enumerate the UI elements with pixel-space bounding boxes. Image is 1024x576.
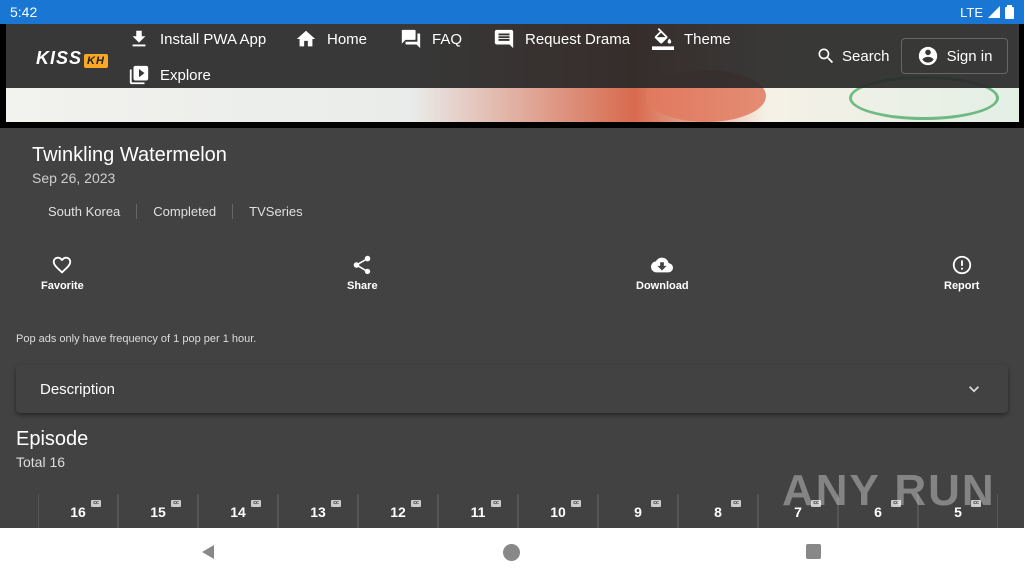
action-label: Download: [636, 280, 689, 292]
episode-button-10[interactable]: 10 cc: [518, 494, 598, 530]
description-label: Description: [40, 380, 116, 398]
favorite-button[interactable]: Favorite: [41, 254, 84, 292]
logo-text: KISS: [36, 48, 83, 68]
episode-number: 16: [70, 504, 86, 520]
episode-button-15[interactable]: 15 cc: [118, 494, 198, 530]
episode-number: 8: [714, 504, 722, 520]
nav-label: Theme: [684, 30, 731, 48]
cloud-download-icon: [651, 257, 674, 273]
action-bar: Favorite Share Download Report: [0, 254, 1024, 300]
search-icon: [818, 48, 834, 64]
battery-icon: [1005, 5, 1014, 19]
pop-ads-notice: Pop ads only have frequency of 1 pop per…: [16, 333, 257, 345]
nav-label: FAQ: [432, 30, 463, 48]
episode-number: 10: [550, 504, 566, 520]
back-icon[interactable]: [200, 544, 216, 560]
heart-icon: [53, 256, 72, 274]
cc-icon: cc: [411, 500, 421, 507]
comment-icon: [494, 29, 514, 49]
description-accordion[interactable]: Description: [16, 365, 1008, 413]
watermark-text: ANY RUN: [782, 466, 996, 515]
signal-icon: [988, 6, 1000, 18]
nav-label: Request Drama: [525, 30, 631, 48]
nav-label: Install PWA App: [160, 30, 267, 48]
network-label: LTE: [960, 4, 983, 20]
sign-in-button[interactable]: Sign in: [901, 38, 1008, 74]
episode-number: 12: [390, 504, 406, 520]
nav-theme[interactable]: Theme: [652, 28, 731, 50]
status-bar: 5:42 LTE: [0, 0, 1024, 24]
sign-in-label: Sign in: [946, 47, 993, 65]
type-chip: TVSeries: [249, 204, 303, 219]
nav-faq[interactable]: FAQ: [400, 28, 462, 50]
show-title: Twinkling Watermelon: [32, 144, 227, 166]
episode-heading: Episode: [16, 428, 89, 450]
nav-home[interactable]: Home: [295, 28, 367, 50]
status-time: 5:42: [10, 4, 38, 20]
nav-explore[interactable]: Explore: [128, 64, 211, 86]
share-button[interactable]: Share: [347, 254, 378, 292]
episode-button-13[interactable]: 13 cc: [278, 494, 358, 530]
action-label: Report: [944, 280, 980, 292]
episode-button-11[interactable]: 11 cc: [438, 494, 518, 530]
download-icon: [132, 30, 146, 47]
download-button[interactable]: Download: [636, 254, 689, 292]
alert-circle-icon: [952, 255, 971, 275]
episode-button-8[interactable]: 8 cc: [678, 494, 758, 530]
show-meta-chips: South Korea Completed TVSeries: [32, 204, 319, 219]
status-icons: LTE: [960, 5, 1014, 20]
nav-label: Explore: [160, 66, 211, 84]
action-label: Share: [347, 280, 378, 292]
logo-badge: KH: [84, 54, 108, 68]
cc-icon: cc: [171, 500, 181, 507]
cc-icon: cc: [731, 500, 741, 507]
episode-total: Total 16: [16, 454, 66, 470]
status-chip: Completed: [137, 204, 234, 219]
main-content: Twinkling Watermelon Sep 26, 2023 South …: [0, 128, 1024, 530]
country-chip: South Korea: [32, 204, 138, 219]
chevron-down-icon: [969, 386, 979, 393]
report-button[interactable]: Report: [944, 254, 979, 292]
anyrun-watermark: ANY RUN: [782, 466, 996, 516]
episode-button-9[interactable]: 9 cc: [598, 494, 678, 530]
video-library-icon: [129, 65, 149, 85]
search-button[interactable]: Search: [816, 46, 890, 66]
episode-button-12[interactable]: 12 cc: [358, 494, 438, 530]
cc-icon: cc: [491, 500, 501, 507]
episode-number: 11: [470, 504, 486, 520]
nav-request-drama[interactable]: Request Drama: [493, 28, 630, 50]
episode-number: 13: [310, 504, 326, 520]
site-logo[interactable]: KISS KH: [36, 48, 108, 69]
cc-icon: cc: [331, 500, 341, 507]
paint-bucket-icon: [652, 28, 674, 50]
cc-icon: cc: [571, 500, 581, 507]
cc-icon: cc: [651, 500, 661, 507]
episode-button-14[interactable]: 14 cc: [198, 494, 278, 530]
nav-label: Home: [327, 30, 368, 48]
home-icon: [296, 30, 316, 47]
action-label: Favorite: [41, 280, 84, 292]
search-label: Search: [842, 47, 890, 65]
recents-icon[interactable]: [806, 544, 821, 559]
cc-icon: cc: [251, 500, 261, 507]
release-date: Sep 26, 2023: [32, 170, 116, 186]
forum-icon: [401, 29, 421, 49]
nav-install-pwa[interactable]: Install PWA App: [128, 28, 266, 50]
episode-number: 9: [634, 504, 642, 520]
episode-number: 14: [230, 504, 246, 520]
episode-number: 15: [150, 504, 166, 520]
episode-button-16[interactable]: 16 cc: [38, 494, 118, 530]
android-nav-bar: [0, 528, 1024, 576]
account-circle-icon: [918, 46, 937, 66]
cc-icon: cc: [91, 500, 101, 507]
home-circle-icon[interactable]: [503, 544, 520, 561]
share-icon: [354, 255, 371, 275]
